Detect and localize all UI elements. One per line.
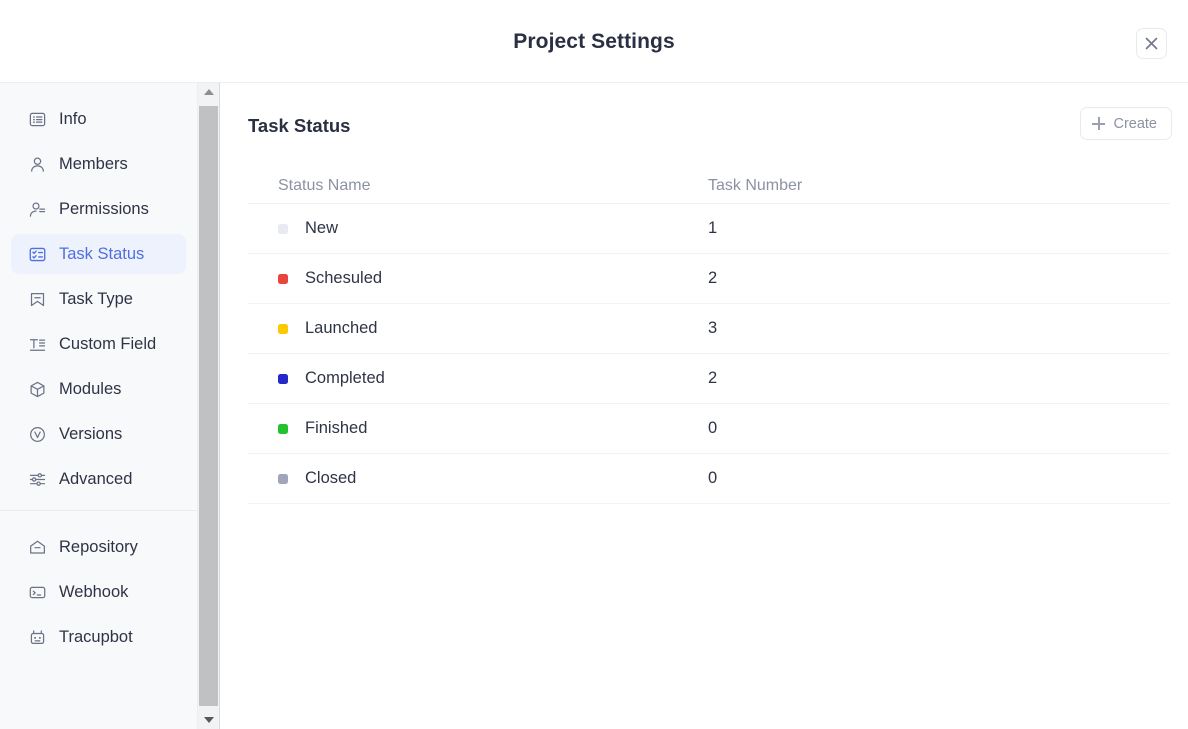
- sidebar-item-advanced[interactable]: Advanced: [11, 459, 186, 499]
- sidebar-item-members[interactable]: Members: [11, 144, 186, 184]
- sidebar-item-label: Task Status: [59, 244, 145, 263]
- sidebar-item-webhook[interactable]: Webhook: [11, 572, 186, 612]
- checklist-box-icon: [27, 244, 47, 264]
- sidebar-group-primary: Info Members Permissions Task Status Tas…: [0, 83, 197, 499]
- sidebar-scrollbar[interactable]: [198, 83, 220, 729]
- scrollbar-down-button[interactable]: [198, 711, 219, 729]
- status-name: Schesuled: [305, 269, 383, 287]
- modal-header: Project Settings: [0, 0, 1188, 83]
- table-row[interactable]: Finished 0: [248, 404, 1170, 454]
- task-number: 2: [708, 269, 718, 287]
- sidebar-item-label: Permissions: [59, 199, 149, 218]
- page-title: Project Settings: [513, 30, 675, 53]
- table-row[interactable]: New 1: [248, 204, 1170, 254]
- sliders-icon: [27, 469, 47, 489]
- text-field-icon: [27, 334, 47, 354]
- status-name: Completed: [305, 369, 385, 387]
- task-number: 1: [708, 219, 718, 237]
- status-name: Closed: [305, 469, 357, 487]
- user-key-icon: [27, 199, 47, 219]
- status-color-swatch: [278, 223, 288, 234]
- table-row[interactable]: Launched 3: [248, 304, 1170, 354]
- sidebar-item-label: Advanced: [59, 469, 133, 488]
- sidebar-item-label: Versions: [59, 424, 123, 443]
- close-button[interactable]: [1136, 28, 1167, 59]
- sidebar-item-tracupbot[interactable]: Tracupbot: [11, 617, 186, 657]
- sidebar-item-label: Webhook: [59, 582, 129, 601]
- sidebar-item-label: Modules: [59, 379, 122, 398]
- status-name: Launched: [305, 319, 378, 337]
- sidebar: Info Members Permissions Task Status Tas…: [0, 83, 198, 729]
- robot-icon: [27, 627, 47, 647]
- sidebar-item-task-type[interactable]: Task Type: [11, 279, 186, 319]
- user-icon: [27, 154, 47, 174]
- repository-icon: [27, 537, 47, 557]
- sidebar-item-label: Repository: [59, 537, 138, 556]
- sidebar-item-modules[interactable]: Modules: [11, 369, 186, 409]
- table-row[interactable]: Closed 0: [248, 454, 1170, 504]
- sidebar-item-label: Tracupbot: [59, 627, 133, 646]
- sidebar-item-label: Info: [59, 109, 87, 128]
- project-settings-modal: Project Settings Info Members Permission…: [0, 0, 1188, 729]
- task-number: 0: [708, 469, 718, 487]
- status-color-swatch: [278, 423, 288, 434]
- status-color-swatch: [278, 473, 288, 484]
- table-header-row: Status Name Task Number: [248, 168, 1170, 204]
- column-header-status-name: Status Name: [278, 176, 371, 194]
- close-icon: [1145, 37, 1158, 50]
- status-color-swatch: [278, 373, 288, 384]
- scroll-down-arrow-icon: [203, 717, 214, 723]
- sidebar-item-permissions[interactable]: Permissions: [11, 189, 186, 229]
- cube-icon: [27, 379, 47, 399]
- plus-icon: [1092, 117, 1106, 130]
- sidebar-item-label: Task Type: [59, 289, 133, 308]
- version-clock-icon: [27, 424, 47, 444]
- terminal-card-icon: [27, 582, 47, 602]
- status-color-swatch: [278, 323, 288, 334]
- sidebar-item-repository[interactable]: Repository: [11, 527, 186, 567]
- task-status-table: Status Name Task Number New 1 Schesuled …: [248, 168, 1170, 504]
- create-button[interactable]: Create: [1080, 107, 1172, 140]
- status-name: New: [305, 219, 339, 237]
- list-box-icon: [27, 109, 47, 129]
- scrollbar-up-button[interactable]: [198, 83, 219, 101]
- main-header: Task Status Create: [221, 83, 1188, 151]
- main-content: Task Status Create Status Name Task Numb…: [221, 83, 1188, 729]
- scrollbar-thumb[interactable]: [199, 106, 218, 706]
- table-row[interactable]: Schesuled 2: [248, 254, 1170, 304]
- sidebar-item-versions[interactable]: Versions: [11, 414, 186, 454]
- status-name: Finished: [305, 419, 368, 437]
- sidebar-item-info[interactable]: Info: [11, 99, 186, 139]
- status-color-swatch: [278, 273, 288, 284]
- bookmark-icon: [27, 289, 47, 309]
- task-number: 2: [708, 369, 718, 387]
- table-row[interactable]: Completed 2: [248, 354, 1170, 404]
- create-button-label: Create: [1113, 115, 1157, 132]
- sidebar-item-label: Members: [59, 154, 128, 173]
- sidebar-group-secondary: Repository Webhook Tracupbot: [0, 511, 197, 657]
- sidebar-item-custom-field[interactable]: Custom Field: [11, 324, 186, 364]
- sidebar-item-task-status[interactable]: Task Status: [11, 234, 186, 274]
- scroll-up-arrow-icon: [203, 89, 214, 95]
- task-number: 3: [708, 319, 718, 337]
- section-title: Task Status: [248, 115, 351, 136]
- sidebar-item-label: Custom Field: [59, 334, 157, 353]
- task-number: 0: [708, 419, 718, 437]
- column-header-task-number: Task Number: [708, 176, 803, 194]
